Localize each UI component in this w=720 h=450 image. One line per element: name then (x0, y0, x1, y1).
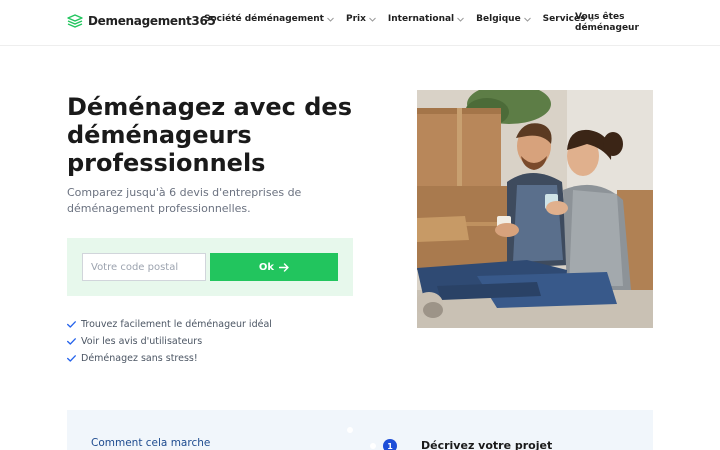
list-item-text: Déménagez sans stress! (81, 353, 198, 364)
nav-label: Prix (345, 14, 366, 24)
step-number-badge: 1 (383, 439, 397, 450)
nav-label: Belgique (476, 14, 521, 24)
arrow-right-icon (279, 262, 289, 272)
chevron-down-icon (523, 17, 531, 22)
list-item: Trouvez facilement le déménageur idéal (67, 316, 272, 333)
hero-photo (417, 90, 653, 328)
check-icon (67, 321, 76, 328)
logo-icon (67, 14, 83, 28)
hero-title: Déménagez avec des déménageurs professio… (67, 93, 352, 177)
chevron-down-icon (457, 17, 464, 22)
nav-label: Société déménagement (204, 14, 324, 24)
ok-button[interactable]: Ok (210, 253, 338, 281)
cta-line-2: déménageur (575, 23, 639, 33)
logo-text: Demenagement365 (88, 14, 216, 28)
list-item: Voir les avis d'utilisateurs (67, 333, 272, 350)
check-icon (67, 355, 76, 362)
ok-label: Ok (258, 261, 275, 273)
logo[interactable]: Demenagement365 (67, 14, 216, 28)
mover-cta-link[interactable]: Vous êtes déménageur (575, 12, 645, 34)
hero-subtitle: Comparez jusqu'à 6 devis d'entreprises d… (67, 186, 302, 215)
how-it-works-section: Comment cela marche 1 Décrivez votre pro… (67, 410, 653, 450)
site-header: Demenagement365 Société déménagement Pri… (0, 0, 720, 46)
nav-item-prix[interactable]: Prix (346, 13, 376, 25)
list-item-text: Voir les avis d'utilisateurs (81, 336, 203, 347)
nav-item-belgique[interactable]: Belgique (476, 13, 531, 25)
main-nav: Société déménagement Prix International … (204, 13, 596, 25)
benefits-list: Trouvez facilement le déménageur idéal V… (67, 316, 272, 367)
nav-item-international[interactable]: International (388, 13, 464, 25)
chevron-down-icon (327, 17, 334, 22)
cta-line-1: Vous êtes (575, 12, 625, 22)
how-it-works-title: Comment cela marche (91, 437, 211, 449)
postal-form: Ok (67, 238, 353, 296)
postal-code-input[interactable] (82, 253, 206, 281)
chevron-down-icon (369, 17, 376, 22)
list-item: Déménagez sans stress! (67, 350, 272, 367)
decorative-dot (347, 427, 353, 433)
check-icon (67, 338, 76, 345)
nav-item-societe[interactable]: Société déménagement (204, 13, 334, 25)
decorative-dot (370, 443, 376, 449)
nav-label: International (387, 14, 455, 24)
list-item-text: Trouvez facilement le déménageur idéal (81, 319, 272, 330)
step-label: Décrivez votre projet (421, 439, 553, 450)
